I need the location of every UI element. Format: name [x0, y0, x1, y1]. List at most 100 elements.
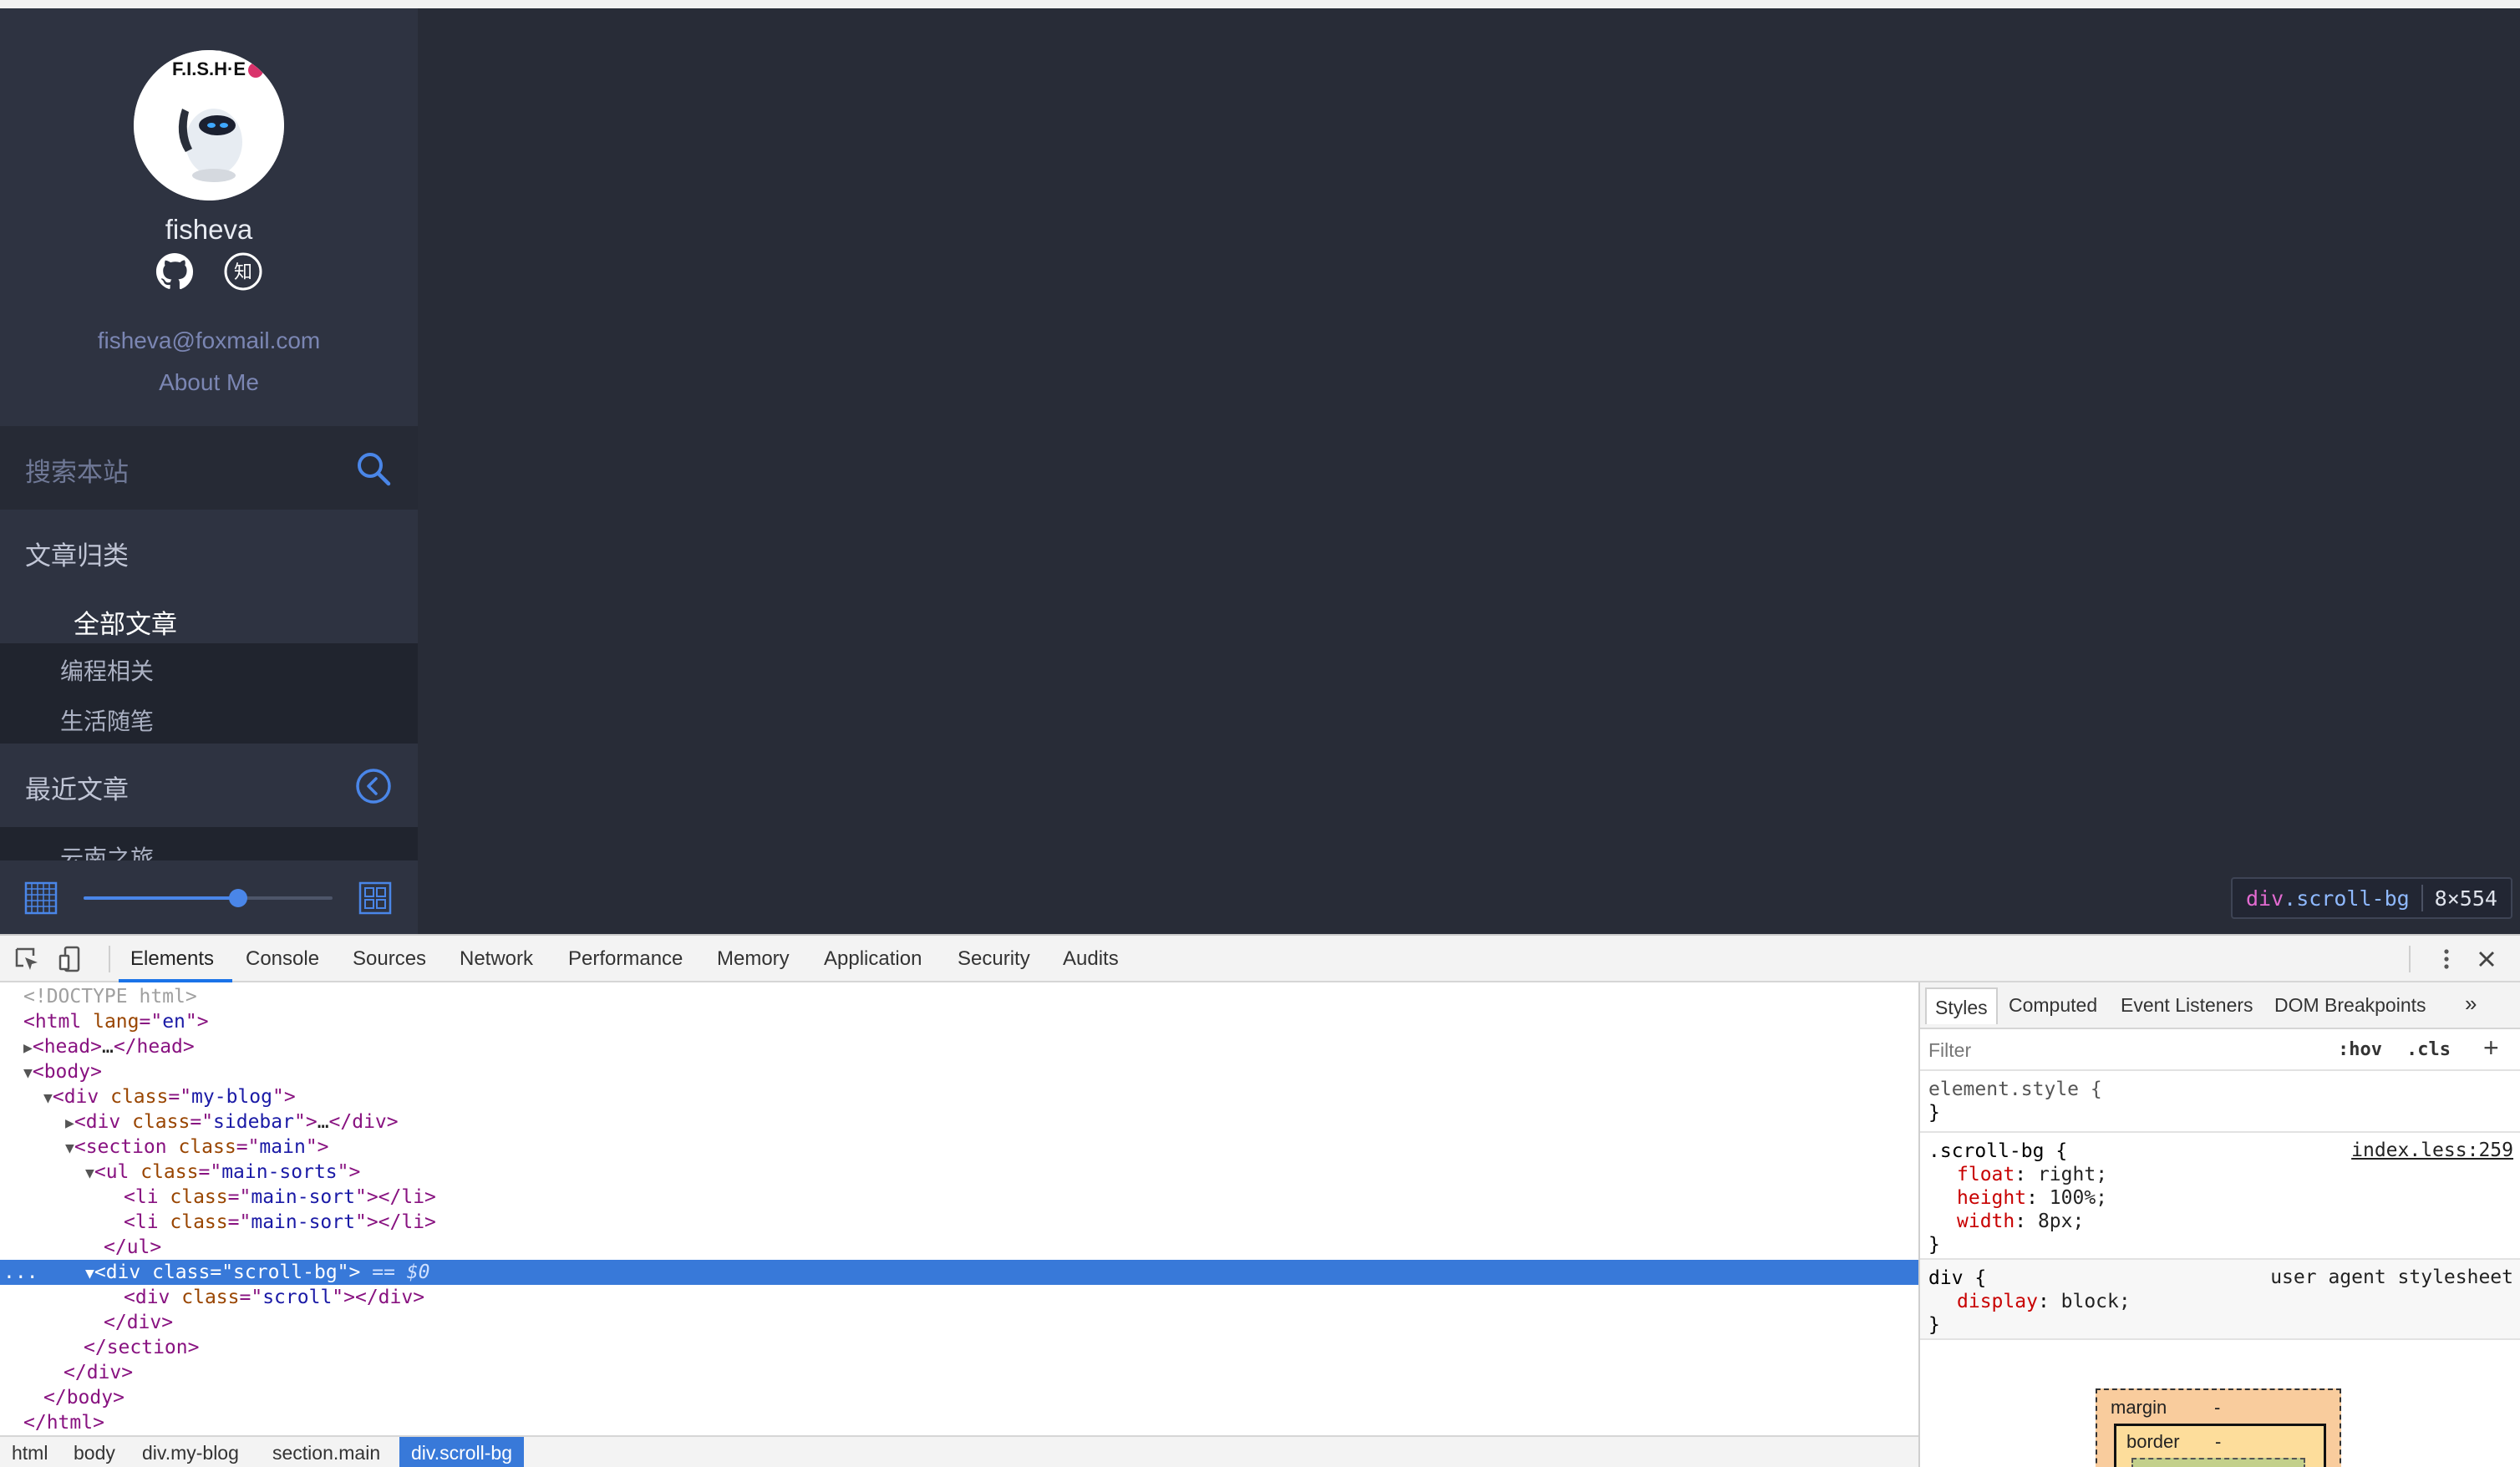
dom-node[interactable]: </div> [0, 1310, 1918, 1335]
rule-selector[interactable]: element.style { [1928, 1078, 2102, 1101]
tab-styles[interactable]: Styles [1925, 987, 1998, 1024]
breadcrumb: html body div.my-blog section.main div.s… [0, 1435, 1918, 1467]
email-link[interactable]: fisheva@foxmail.com [0, 327, 418, 354]
element-style-rule: element.style { } [1920, 1071, 2520, 1133]
dom-node[interactable]: ▶<div class="sidebar">…</div> [0, 1109, 1918, 1135]
attr-value: main-sort [251, 1211, 355, 1233]
dom-node[interactable]: <div class="scroll"></div> [0, 1285, 1918, 1310]
new-style-rule-button[interactable]: + [2483, 1033, 2499, 1063]
large-grid-icon[interactable] [358, 881, 393, 916]
tab-computed[interactable]: Computed [2009, 994, 2097, 1017]
styles-filter-input[interactable]: Filter [1928, 1039, 1971, 1062]
breadcrumb-item[interactable]: div.my-blog [142, 1442, 239, 1464]
dom-node[interactable]: </section> [0, 1335, 1918, 1360]
rule-source-link[interactable]: index.less:259 [2351, 1140, 2513, 1161]
tab-network[interactable]: Network [460, 947, 533, 971]
css-property[interactable]: height: 100%; [1957, 1186, 2107, 1210]
zoom-slider[interactable] [84, 889, 333, 907]
category-item[interactable]: 编程相关 [60, 653, 154, 687]
zoom-slider-knob[interactable] [228, 889, 247, 907]
dom-node[interactable]: ▶<head>…</head> [0, 1034, 1918, 1059]
tag-name: head [43, 1036, 91, 1058]
dom-node-selected[interactable]: ... ▼<div class="scroll-bg"> == $0 [0, 1260, 1918, 1285]
rule-close: } [1928, 1102, 1940, 1124]
site-search[interactable]: 搜索本站 [0, 426, 418, 510]
zoom-slider-fill [84, 896, 238, 900]
category-item[interactable]: 生活随笔 [60, 703, 154, 737]
breadcrumb-item[interactable]: section.main [272, 1442, 380, 1464]
sidebar: F.I.S.H·E fisheva 知 fisheva@foxmail.com … [0, 8, 418, 934]
avatar-logo-text: F.I.S.H·E [172, 58, 246, 79]
tab-performance[interactable]: Performance [568, 947, 683, 971]
breadcrumb-item-active[interactable]: div.scroll-bg [399, 1437, 524, 1467]
dom-node[interactable]: </body> [0, 1385, 1918, 1410]
category-all-label: 全部文章 [74, 610, 177, 639]
tab-sources[interactable]: Sources [353, 947, 426, 971]
zhihu-icon[interactable]: 知 [224, 252, 262, 291]
github-icon[interactable] [155, 252, 194, 291]
profile-card: F.I.S.H·E fisheva 知 fisheva@foxmail.com … [0, 8, 418, 426]
border-value[interactable]: - [2215, 1431, 2221, 1453]
tag-name: body [66, 1387, 114, 1409]
breadcrumb-item[interactable]: html [12, 1442, 48, 1464]
dom-node[interactable]: ▼<ul class="main-sorts"> [0, 1160, 1918, 1185]
dom-node[interactable]: ▼<body> [0, 1059, 1918, 1084]
rule-selector[interactable]: .scroll-bg { [1928, 1140, 2067, 1163]
css-property[interactable]: float: right; [1957, 1163, 2107, 1186]
breadcrumb-item[interactable]: body [74, 1442, 115, 1464]
collapsed-ellipsis: … [101, 1036, 114, 1058]
dom-node[interactable]: ▼<div class="my-blog"> [0, 1084, 1918, 1109]
svg-text:知: 知 [234, 262, 252, 283]
node-actions-dots[interactable]: ... [3, 1260, 38, 1285]
dom-node[interactable]: ▼<section class="main"> [0, 1135, 1918, 1160]
search-placeholder[interactable]: 搜索本站 [25, 451, 129, 489]
attr-value: scroll [262, 1287, 333, 1308]
dom-node[interactable]: </div> [0, 1360, 1918, 1385]
rule-source: user agent stylesheet [2270, 1266, 2513, 1288]
property-value: right; [2037, 1164, 2108, 1185]
css-rule-div: div { user agent stylesheet display: blo… [1920, 1260, 2520, 1340]
margin-value[interactable]: - [2214, 1397, 2220, 1419]
box-model-border[interactable]: border - [2114, 1424, 2326, 1467]
tab-dom-breakpoints[interactable]: DOM Breakpoints [2274, 994, 2426, 1017]
rule-selector[interactable]: div { [1928, 1266, 1986, 1290]
tab-elements[interactable]: Elements [130, 947, 214, 971]
css-property[interactable]: width: 8px; [1957, 1210, 2084, 1233]
avatar[interactable]: F.I.S.H·E [134, 50, 284, 201]
hover-state-toggle[interactable]: :hov [2338, 1039, 2382, 1060]
more-tabs-icon[interactable]: » [2465, 991, 2477, 1017]
device-toolbar-icon[interactable] [57, 944, 87, 974]
close-icon[interactable] [2472, 944, 2502, 974]
tab-security[interactable]: Security [958, 947, 1030, 971]
inspect-element-icon[interactable] [12, 944, 42, 974]
search-icon[interactable] [354, 449, 393, 488]
box-model-padding[interactable] [2131, 1458, 2305, 1467]
tab-application[interactable]: Application [824, 947, 922, 971]
border-label: border [2126, 1431, 2180, 1452]
class-toggle[interactable]: .cls [2406, 1039, 2451, 1060]
dom-node[interactable]: <!DOCTYPE html> [0, 984, 1918, 1009]
dom-node[interactable]: <html lang="en"> [0, 1009, 1918, 1034]
dom-node[interactable]: <li class="main-sort"></li> [0, 1185, 1918, 1210]
recent-post-item[interactable]: 云南之旅 [60, 840, 154, 860]
attr-value: scroll-bg [233, 1261, 338, 1283]
small-grid-icon[interactable] [23, 881, 58, 916]
property-value: 100%; [2049, 1187, 2108, 1209]
tab-audits[interactable]: Audits [1063, 947, 1119, 971]
collapse-left-icon[interactable] [354, 767, 393, 805]
styles-pane: Styles Computed Event Listeners DOM Brea… [1920, 982, 2520, 1467]
attr-value: main-sorts [221, 1161, 338, 1183]
dom-node[interactable]: <li class="main-sort"></li> [0, 1210, 1918, 1235]
css-property[interactable]: display: block; [1957, 1290, 2131, 1313]
box-model-margin[interactable]: margin - border - [2096, 1388, 2341, 1467]
tab-event-listeners[interactable]: Event Listeners [2121, 994, 2253, 1017]
attr-value: sidebar [213, 1111, 294, 1133]
about-me-link[interactable]: About Me [0, 369, 418, 396]
tab-console[interactable]: Console [246, 947, 319, 971]
category-all[interactable]: 全部文章 [0, 593, 418, 643]
dom-node[interactable]: </ul> [0, 1235, 1918, 1260]
tab-memory[interactable]: Memory [717, 947, 790, 971]
more-options-icon[interactable] [2431, 944, 2462, 974]
dom-node[interactable]: </html> [0, 1410, 1918, 1435]
attr-value: my-blog [191, 1086, 272, 1108]
